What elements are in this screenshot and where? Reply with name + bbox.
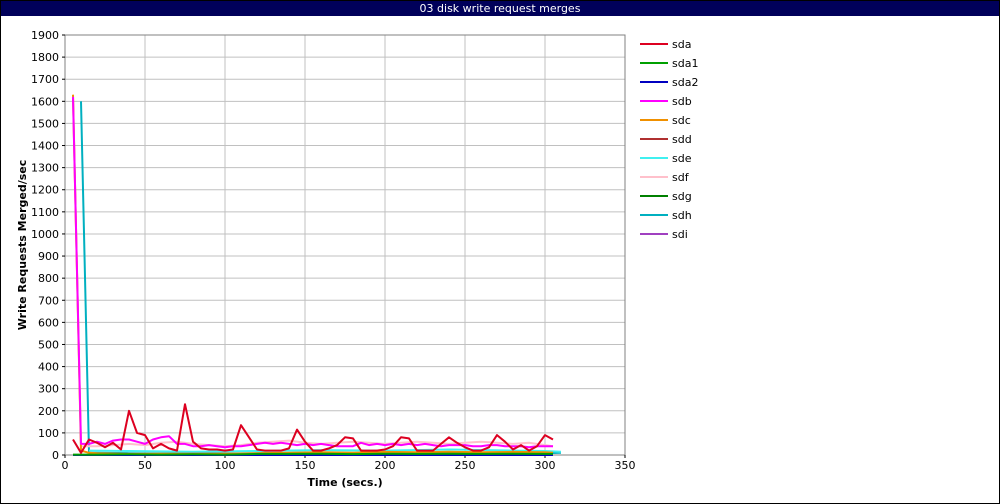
legend-label-sda: sda <box>672 38 691 51</box>
x-tick-label: 350 <box>615 459 636 472</box>
y-tick-label: 1300 <box>31 162 59 175</box>
legend-label-sdb: sdb <box>672 95 692 108</box>
y-tick-label: 900 <box>38 250 59 263</box>
y-tick-label: 1600 <box>31 95 59 108</box>
legend-label-sdh: sdh <box>672 209 692 222</box>
x-tick-label: 300 <box>535 459 556 472</box>
chart-svg: 0100200300400500600700800900100011001200… <box>16 29 698 489</box>
y-tick-label: 1200 <box>31 184 59 197</box>
x-tick-label: 150 <box>295 459 316 472</box>
y-tick-label: 1500 <box>31 117 59 130</box>
legend-label-sdf: sdf <box>672 171 690 184</box>
y-tick-label: 0 <box>52 449 59 462</box>
x-tick-label: 250 <box>455 459 476 472</box>
y-tick-label: 100 <box>38 427 59 440</box>
legend-label-sdi: sdi <box>672 228 688 241</box>
x-tick-label: 100 <box>215 459 236 472</box>
y-tick-label: 1400 <box>31 140 59 153</box>
plot-area <box>65 35 625 455</box>
y-tick-label: 800 <box>38 272 59 285</box>
y-tick-label: 1000 <box>31 228 59 241</box>
y-tick-label: 500 <box>38 338 59 351</box>
legend-label-sdd: sdd <box>672 133 692 146</box>
x-axis-title: Time (secs.) <box>307 476 382 489</box>
y-axis-title: Write Requests Merged/sec <box>16 160 29 331</box>
y-tick-label: 300 <box>38 383 59 396</box>
y-tick-label: 1900 <box>31 29 59 42</box>
y-tick-label: 1800 <box>31 51 59 64</box>
legend-label-sde: sde <box>672 152 692 165</box>
series-line-sda1 <box>73 452 553 456</box>
y-tick-label: 600 <box>38 316 59 329</box>
legend-label-sdc: sdc <box>672 114 691 127</box>
y-tick-label: 400 <box>38 361 59 374</box>
x-tick-label: 50 <box>138 459 152 472</box>
x-tick-label: 0 <box>62 459 69 472</box>
y-tick-label: 200 <box>38 405 59 418</box>
legend-label-sdg: sdg <box>672 190 692 203</box>
x-tick-label: 200 <box>375 459 396 472</box>
y-tick-label: 700 <box>38 294 59 307</box>
y-tick-label: 1700 <box>31 73 59 86</box>
legend-label-sda1: sda1 <box>672 57 698 70</box>
legend-label-sda2: sda2 <box>672 76 698 89</box>
y-tick-label: 1100 <box>31 206 59 219</box>
